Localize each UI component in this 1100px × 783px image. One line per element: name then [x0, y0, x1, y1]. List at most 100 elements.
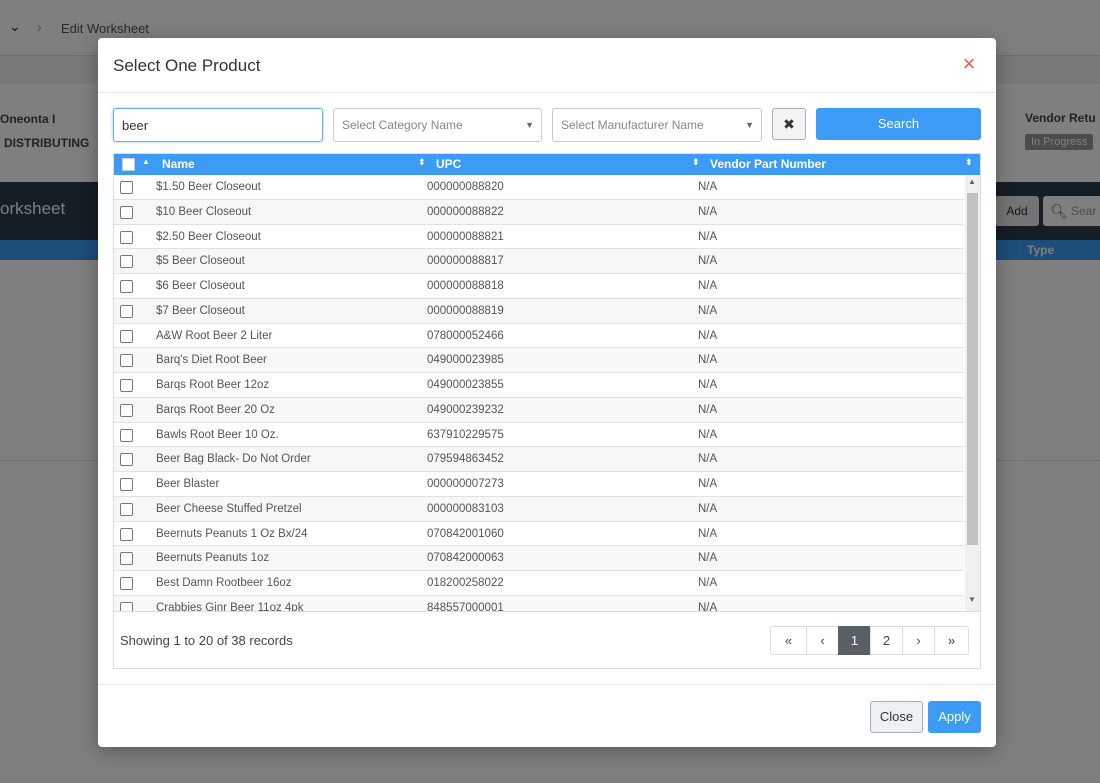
- product-vendor-part: N/A: [698, 453, 718, 466]
- product-vendor-part: N/A: [698, 601, 718, 611]
- row-checkbox[interactable]: [120, 502, 133, 516]
- grid-footer: Showing 1 to 20 of 38 records « ‹ 1 2 › …: [114, 611, 980, 668]
- table-row[interactable]: $1.50 Beer Closeout 000000088820 N/A: [114, 175, 964, 200]
- product-name: $6 Beer Closeout: [156, 280, 245, 292]
- column-name[interactable]: Name: [162, 157, 195, 171]
- category-select[interactable]: Select Category Name ▼: [333, 108, 542, 142]
- clear-icon: ✖: [783, 116, 795, 132]
- close-icon[interactable]: ×: [958, 52, 980, 76]
- first-page-button[interactable]: «: [770, 626, 807, 655]
- product-vendor-part: N/A: [698, 577, 718, 589]
- product-name: Beernuts Peanuts 1 Oz Bx/24: [156, 527, 308, 540]
- row-checkbox[interactable]: [120, 428, 133, 442]
- table-row[interactable]: Bawls Root Beer 10 Oz. 637910229575 N/A: [114, 422, 964, 448]
- clear-filters-button[interactable]: ✖: [772, 108, 806, 140]
- manufacturer-placeholder: Select Manufacturer Name: [561, 118, 704, 132]
- row-checkbox[interactable]: [120, 181, 133, 194]
- table-row[interactable]: Beer Bag Black- Do Not Order 079594863452…: [114, 447, 964, 472]
- product-upc: 070842000063: [427, 552, 504, 565]
- row-checkbox[interactable]: [120, 304, 133, 318]
- row-checkbox[interactable]: [120, 601, 133, 611]
- page-1-button[interactable]: 1: [838, 626, 871, 655]
- scroll-up-icon[interactable]: ▲: [968, 177, 976, 186]
- prev-page-button[interactable]: ‹: [806, 626, 839, 655]
- row-checkbox[interactable]: [120, 577, 133, 590]
- product-upc: 000000007273: [427, 478, 504, 490]
- product-name: Bawls Root Beer 10 Oz.: [156, 428, 279, 441]
- scrollbar-thumb[interactable]: [967, 193, 978, 545]
- close-button[interactable]: Close: [870, 701, 923, 733]
- apply-button[interactable]: Apply: [928, 701, 981, 733]
- row-checkbox[interactable]: [120, 379, 133, 392]
- vertical-scrollbar[interactable]: ▲ ▼: [965, 175, 980, 611]
- sort-icon[interactable]: ⬍: [965, 157, 973, 168]
- grid-body: $1.50 Beer Closeout 000000088820 N/A $10 Be…: [114, 175, 964, 611]
- product-vendor-part: N/A: [698, 478, 718, 490]
- row-checkbox[interactable]: [120, 527, 133, 541]
- product-name: $1.50 Beer Closeout: [156, 181, 261, 193]
- table-row[interactable]: Barq's Diet Root Beer 049000023985 N/A: [114, 348, 964, 373]
- product-upc: 000000088817: [427, 255, 504, 268]
- table-row[interactable]: Beernuts Peanuts 1oz 070842000063 N/A: [114, 546, 964, 571]
- product-vendor-part: N/A: [698, 527, 718, 540]
- search-button[interactable]: Search: [816, 108, 981, 140]
- product-name: Barqs Root Beer 12oz: [156, 379, 270, 391]
- table-row[interactable]: Beer Blaster 000000007273 N/A: [114, 472, 964, 497]
- table-row[interactable]: $2.50 Beer Closeout 000000088821 N/A: [114, 224, 964, 250]
- row-checkbox[interactable]: [120, 230, 133, 244]
- row-checkbox[interactable]: [120, 329, 133, 343]
- product-vendor-part: N/A: [698, 552, 718, 565]
- product-upc: 078000052466: [427, 329, 504, 342]
- manufacturer-select[interactable]: Select Manufacturer Name ▼: [552, 108, 762, 142]
- table-row[interactable]: Beernuts Peanuts 1 Oz Bx/24 070842001060 N…: [114, 521, 964, 547]
- product-name: $7 Beer Closeout: [156, 304, 245, 317]
- row-checkbox[interactable]: [120, 280, 133, 293]
- product-search-input[interactable]: [113, 108, 323, 142]
- table-row[interactable]: Best Damn Rootbeer 16oz 018200258022 N/A: [114, 571, 964, 596]
- product-vendor-part: N/A: [698, 403, 718, 416]
- grid-header: ▲ Name ⬍ UPC ⬍ Vendor Part Number ⬍: [114, 154, 980, 175]
- row-checkbox[interactable]: [120, 552, 133, 566]
- product-name: Beernuts Peanuts 1oz: [156, 552, 270, 565]
- modal-header: Select One Product ×: [98, 38, 996, 93]
- pagination: « ‹ 1 2 › »: [770, 626, 969, 655]
- product-upc: 000000083103: [427, 502, 504, 515]
- product-vendor-part: N/A: [698, 428, 718, 441]
- caret-down-icon: ▼: [745, 120, 754, 130]
- product-name: A&W Root Beer 2 Liter: [156, 329, 273, 342]
- next-page-button[interactable]: ›: [902, 626, 935, 655]
- row-checkbox[interactable]: [120, 205, 133, 219]
- select-all-checkbox[interactable]: [122, 158, 135, 171]
- table-row[interactable]: $10 Beer Closeout 000000088822 N/A: [114, 199, 964, 225]
- row-checkbox[interactable]: [120, 354, 133, 368]
- row-checkbox[interactable]: [120, 478, 133, 491]
- table-row[interactable]: $5 Beer Closeout 000000088817 N/A: [114, 249, 964, 274]
- product-name: Barqs Root Beer 20 Oz: [156, 403, 275, 416]
- row-checkbox[interactable]: [120, 403, 133, 417]
- column-vendor-part-number[interactable]: Vendor Part Number: [710, 157, 826, 171]
- sort-asc-icon[interactable]: ▲: [142, 157, 150, 166]
- product-vendor-part: N/A: [698, 329, 718, 342]
- row-checkbox[interactable]: [120, 255, 133, 269]
- table-row[interactable]: $6 Beer Closeout 000000088818 N/A: [114, 274, 964, 299]
- table-row[interactable]: Crabbies Ginr Beer 11oz 4pk 848557000001 N…: [114, 595, 964, 611]
- table-row[interactable]: Barqs Root Beer 20 Oz 049000239232 N/A: [114, 397, 964, 423]
- last-page-button[interactable]: »: [934, 626, 969, 655]
- product-name: $5 Beer Closeout: [156, 255, 245, 268]
- sort-icon[interactable]: ⬍: [692, 157, 700, 168]
- product-vendor-part: N/A: [698, 280, 718, 292]
- table-row[interactable]: $7 Beer Closeout 000000088819 N/A: [114, 298, 964, 324]
- page-2-button[interactable]: 2: [870, 626, 903, 655]
- records-summary: Showing 1 to 20 of 38 records: [120, 633, 293, 648]
- column-upc[interactable]: UPC: [436, 157, 461, 171]
- table-row[interactable]: Beer Cheese Stuffed Pretzel 000000083103 N…: [114, 496, 964, 522]
- table-row[interactable]: Barqs Root Beer 12oz 049000023855 N/A: [114, 373, 964, 398]
- row-checkbox[interactable]: [120, 453, 133, 467]
- sort-icon[interactable]: ⬍: [418, 157, 426, 168]
- product-vendor-part: N/A: [698, 230, 718, 243]
- product-upc: 049000239232: [427, 403, 504, 416]
- product-upc: 000000088820: [427, 181, 504, 193]
- scroll-down-icon[interactable]: ▼: [968, 595, 976, 604]
- table-row[interactable]: A&W Root Beer 2 Liter 078000052466 N/A: [114, 323, 964, 349]
- product-name: Beer Cheese Stuffed Pretzel: [156, 502, 302, 515]
